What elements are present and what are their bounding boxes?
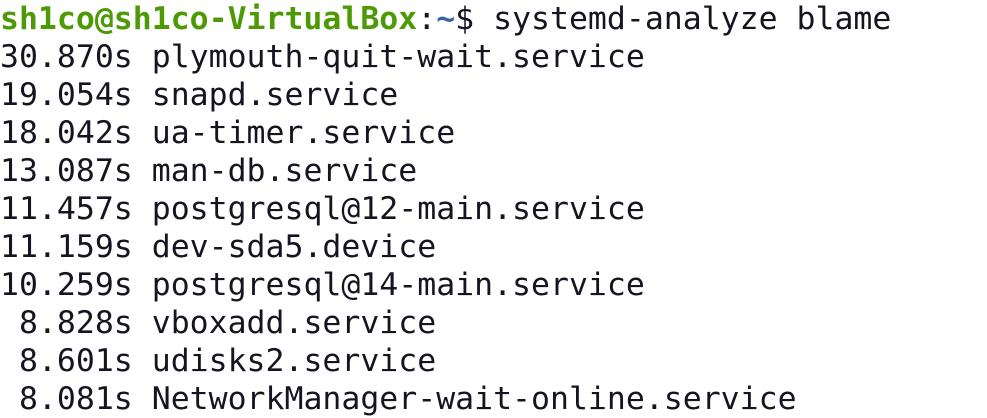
row-unit: NetworkManager-wait-online.service	[151, 381, 797, 417]
output-row: 19.054s snapd.service	[0, 76, 987, 114]
output-row: 8.601s udisks2.service	[0, 342, 987, 380]
row-unit: dev-sda5.device	[151, 229, 437, 265]
row-unit: postgresql@12-main.service	[151, 191, 645, 227]
output-row: 8.828s vboxadd.service	[0, 304, 987, 342]
output-row: 8.081s NetworkManager-wait-online.servic…	[0, 380, 987, 418]
row-unit: udisks2.service	[151, 343, 437, 379]
output-row: 18.042s ua-timer.service	[0, 114, 987, 152]
row-time: 19.054s	[0, 77, 133, 113]
row-time: 8.081s	[0, 381, 133, 417]
row-time: 11.457s	[0, 191, 133, 227]
output-row: 13.087s man-db.service	[0, 152, 987, 190]
command-text: systemd-analyze blame	[493, 1, 892, 37]
row-unit: man-db.service	[151, 153, 418, 189]
prompt-path: ~	[436, 1, 456, 37]
row-unit: snapd.service	[151, 77, 399, 113]
row-time: 8.601s	[0, 343, 133, 379]
output-row: 10.259s postgresql@14-main.service	[0, 266, 987, 304]
row-time: 11.159s	[0, 229, 133, 265]
output-row: 30.870s plymouth-quit-wait.service	[0, 38, 987, 76]
row-time: 18.042s	[0, 115, 133, 151]
output-row: 11.457s postgresql@12-main.service	[0, 190, 987, 228]
row-unit: vboxadd.service	[151, 305, 437, 341]
row-unit: postgresql@14-main.service	[151, 267, 645, 303]
row-unit: ua-timer.service	[151, 115, 456, 151]
output-row: 11.159s dev-sda5.device	[0, 228, 987, 266]
prompt-separator: :	[417, 1, 437, 37]
terminal-window[interactable]: sh1co@sh1co-VirtualBox:~$ systemd-analyz…	[0, 0, 987, 418]
prompt-user-host: sh1co@sh1co-VirtualBox	[0, 1, 418, 37]
row-unit: plymouth-quit-wait.service	[151, 39, 645, 75]
row-time: 10.259s	[0, 267, 133, 303]
row-time: 8.828s	[0, 305, 133, 341]
prompt-line: sh1co@sh1co-VirtualBox:~$ systemd-analyz…	[0, 0, 987, 38]
row-time: 30.870s	[0, 39, 133, 75]
prompt-symbol: $	[455, 1, 494, 37]
row-time: 13.087s	[0, 153, 133, 189]
